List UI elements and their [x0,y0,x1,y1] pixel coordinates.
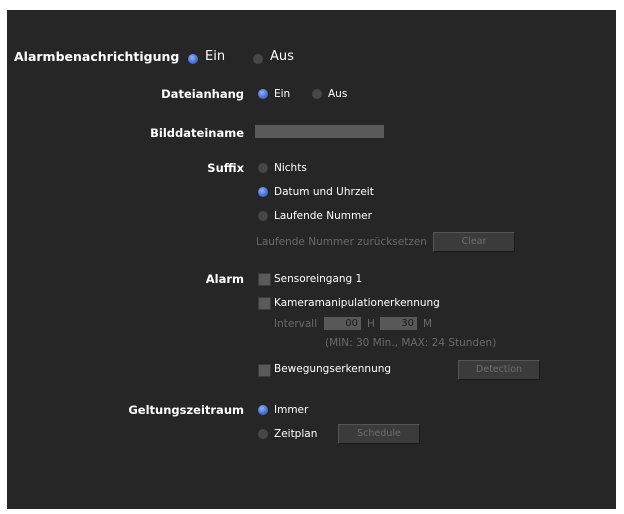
clear-button[interactable]: Clear [433,232,515,252]
validity-period-label: Geltungszeitraum [128,403,244,417]
alarm-notification-label: Alarmbenachrichtigung [14,49,180,64]
suffix-nothing-label: Nichts [274,162,307,174]
file-attachment-off-label: Aus [328,88,348,100]
suffix-label: Suffix [207,161,244,175]
validity-always-radio[interactable] [258,405,268,415]
interval-range-note: (MIN: 30 Min., MAX: 24 Stunden) [325,337,497,349]
minutes-unit-label: M [423,318,433,330]
settings-panel: Alarmbenachrichtigung Ein Aus Dateianhan… [7,10,616,509]
tamper-detection-checkbox[interactable] [258,297,271,310]
suffix-serial-radio[interactable] [258,211,268,221]
alarm-notification-on-radio[interactable] [188,54,198,64]
sensor-input-checkbox[interactable] [258,273,271,286]
suffix-serial-label: Laufende Nummer [274,210,372,222]
validity-schedule-radio[interactable] [258,429,268,439]
suffix-datetime-radio[interactable] [258,187,268,197]
sensor-input-label: Sensoreingang 1 [274,273,363,285]
interval-minutes-field[interactable]: 30 [380,317,417,330]
suffix-nothing-radio[interactable] [258,163,268,173]
validity-schedule-label: Zeitplan [274,428,318,440]
alarm-label: Alarm [205,272,244,286]
file-attachment-on-label: Ein [274,88,291,100]
image-filename-label: Bilddateiname [150,126,244,140]
image-filename-input[interactable] [255,125,384,138]
schedule-button[interactable]: Schedule [338,424,420,444]
reset-serial-label: Laufende Nummer zurücksetzen [256,236,427,248]
hours-unit-label: H [367,318,375,330]
tamper-detection-label: Kameramanipulationerkennung [274,297,440,309]
suffix-datetime-label: Datum und Uhrzeit [274,186,374,198]
alarm-notification-on-label: Ein [205,49,226,64]
alarm-notification-off-label: Aus [270,49,294,64]
interval-label: Intervall [274,318,318,330]
motion-detection-checkbox[interactable] [258,364,271,377]
file-attachment-off-radio[interactable] [312,89,322,99]
detection-button[interactable]: Detection [458,360,540,380]
file-attachment-on-radio[interactable] [258,89,268,99]
file-attachment-label: Dateianhang [161,87,244,101]
alarm-notification-off-radio[interactable] [253,54,263,64]
interval-hours-field[interactable]: 00 [324,317,361,330]
motion-detection-label: Bewegungserkennung [274,363,392,375]
validity-always-label: Immer [274,404,309,416]
